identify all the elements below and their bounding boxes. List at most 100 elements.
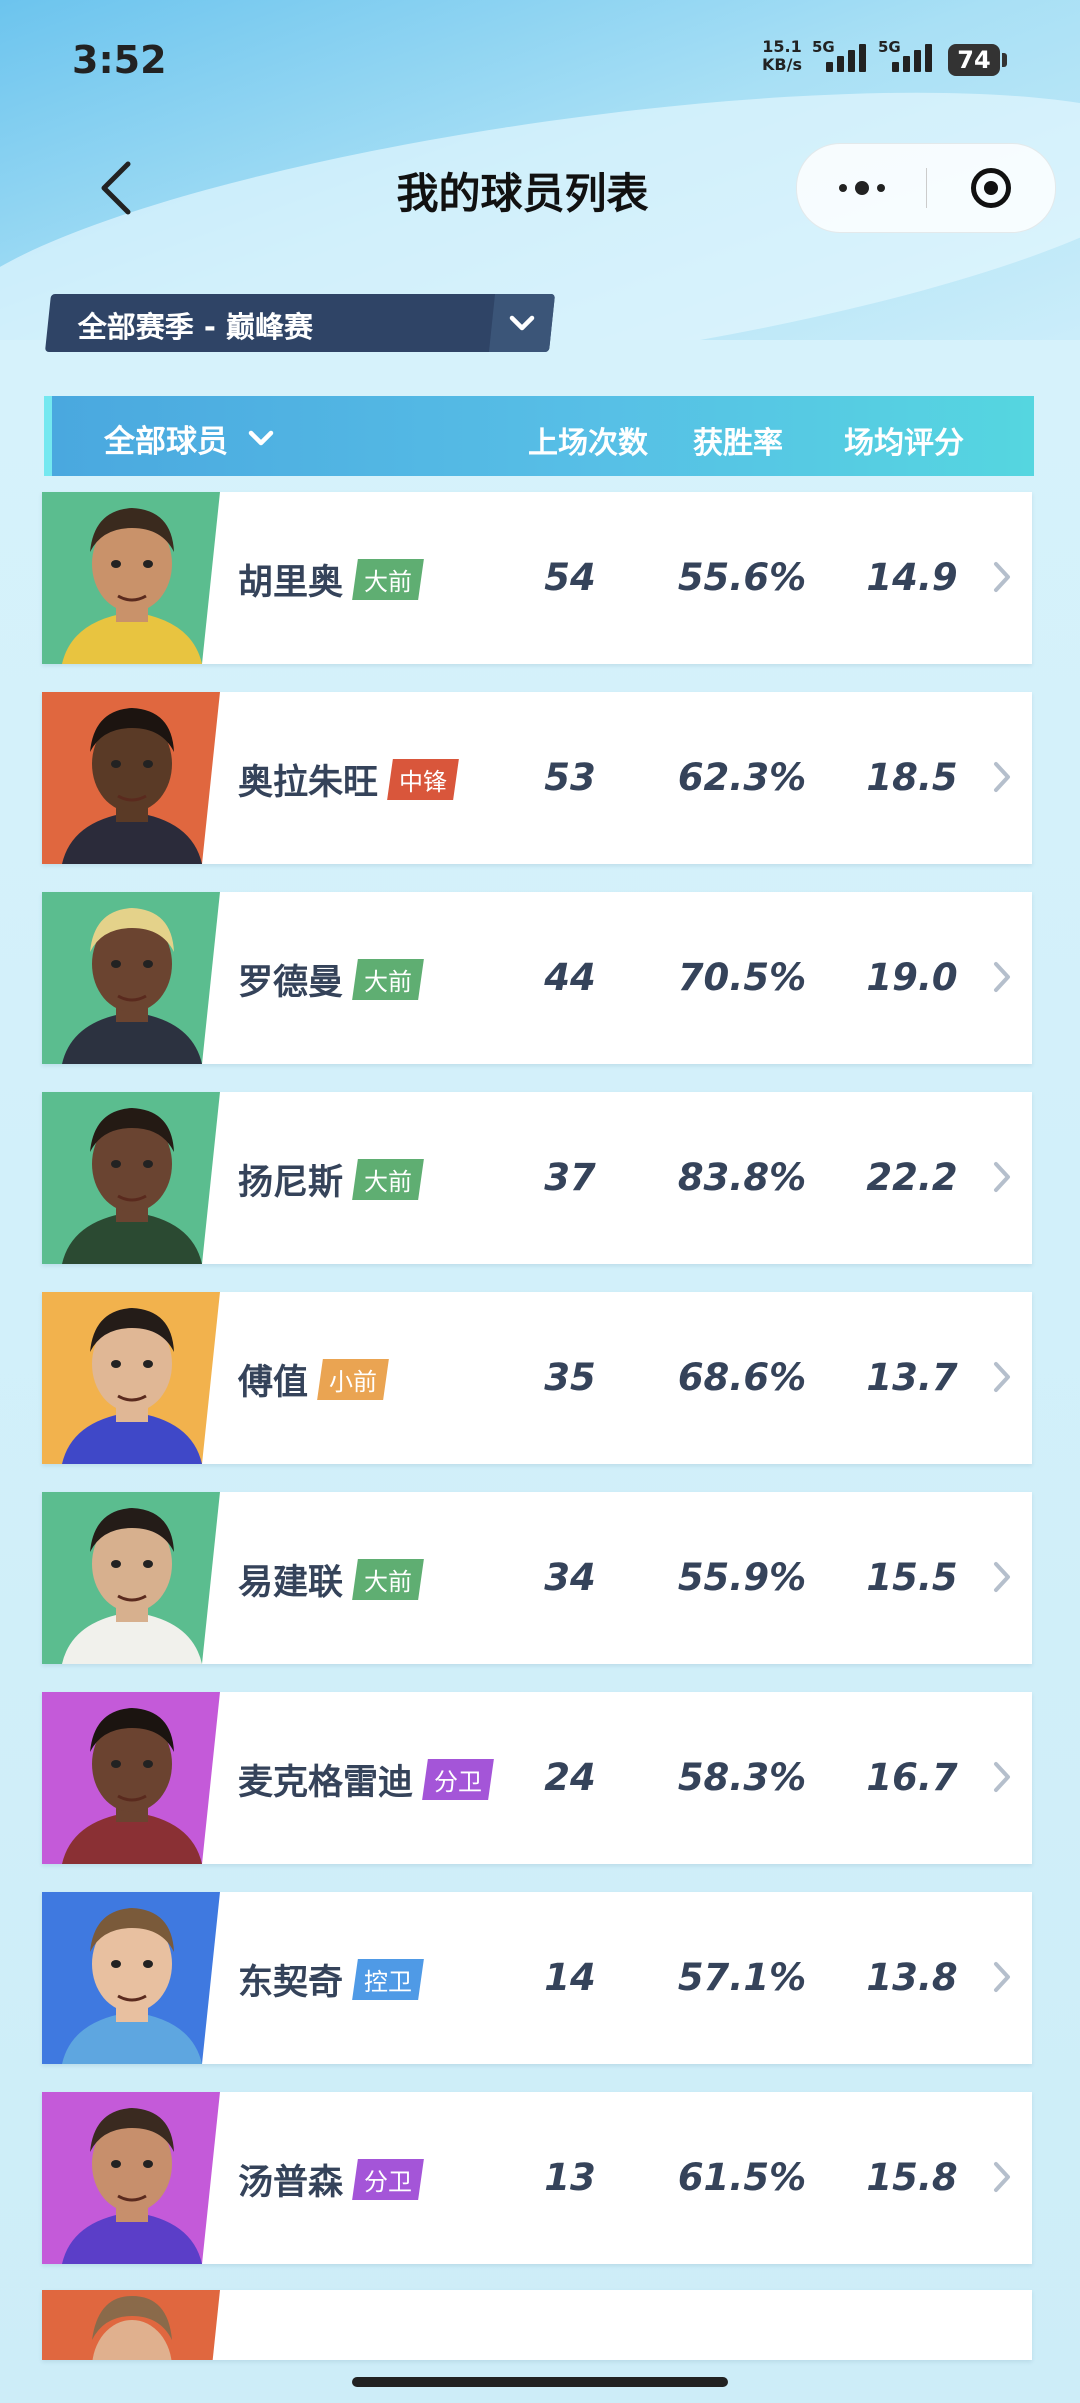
average-score: 16.7 bbox=[866, 1756, 958, 1799]
chevron-right-icon bbox=[994, 1562, 1010, 1592]
games-played: 37 bbox=[544, 1156, 596, 1199]
position-badge: 小前 bbox=[317, 1359, 389, 1400]
column-header-win-rate[interactable]: 获胜率 bbox=[678, 418, 798, 462]
position-badge: 分卫 bbox=[422, 1759, 494, 1800]
player-row[interactable]: 扬尼斯 大前 37 83.8% 22.2 bbox=[42, 1092, 1032, 1264]
player-row[interactable]: 易建联 大前 34 55.9% 15.5 bbox=[42, 1492, 1032, 1664]
player-portrait-icon bbox=[62, 1508, 202, 1664]
win-rate: 83.8% bbox=[677, 1156, 807, 1199]
player-avatar bbox=[42, 1692, 220, 1864]
home-indicator[interactable] bbox=[352, 2377, 728, 2387]
close-miniapp-button[interactable] bbox=[926, 144, 1055, 232]
target-icon bbox=[970, 168, 1011, 208]
player-name-group: 胡里奥 大前 bbox=[238, 554, 424, 605]
average-score: 19.0 bbox=[866, 956, 958, 999]
position-badge: 分卫 bbox=[352, 2159, 424, 2200]
chevron-right-icon bbox=[994, 1962, 1010, 1992]
games-played: 34 bbox=[544, 1556, 596, 1599]
network-speed: 15.1 KB/s bbox=[762, 38, 802, 74]
player-name: 罗德曼 bbox=[238, 963, 344, 1003]
games-played: 53 bbox=[544, 756, 596, 799]
player-portrait-icon bbox=[62, 1108, 202, 1264]
chevron-right-icon bbox=[994, 1162, 1010, 1192]
player-avatar bbox=[42, 1092, 220, 1264]
player-name: 汤普森 bbox=[238, 2163, 344, 2203]
network-speed-value: 15.1 bbox=[762, 37, 802, 56]
average-score: 15.5 bbox=[866, 1556, 958, 1599]
battery-icon: 74 bbox=[948, 44, 1000, 76]
player-row[interactable]: 汤普森 分卫 13 61.5% 15.8 bbox=[42, 2092, 1032, 2264]
player-portrait-icon bbox=[92, 2296, 172, 2360]
position-badge-label: 大前 bbox=[364, 568, 413, 596]
player-portrait-icon bbox=[62, 2108, 202, 2264]
position-badge-label: 大前 bbox=[364, 1168, 413, 1196]
player-portrait-icon bbox=[62, 1908, 202, 2064]
player-row[interactable]: 傅值 小前 35 68.6% 13.7 bbox=[42, 1292, 1032, 1464]
win-rate: 55.9% bbox=[677, 1556, 807, 1599]
season-dropdown[interactable]: 全部赛季 - 巅峰赛 bbox=[44, 294, 556, 352]
chevron-down-icon bbox=[509, 315, 535, 331]
player-name-group: 傅值 小前 bbox=[238, 1354, 389, 1405]
average-score: 15.8 bbox=[866, 2156, 958, 2199]
status-time: 3:52 bbox=[72, 38, 167, 82]
more-dot-icon bbox=[854, 181, 869, 195]
win-rate: 68.6% bbox=[677, 1356, 807, 1399]
position-badge-label: 大前 bbox=[364, 968, 413, 996]
position-badge-label: 分卫 bbox=[434, 1768, 483, 1796]
games-played: 44 bbox=[544, 956, 596, 999]
player-row[interactable]: 罗德曼 大前 44 70.5% 19.0 bbox=[42, 892, 1032, 1064]
player-row[interactable]: 东契奇 控卫 14 57.1% 13.8 bbox=[42, 1892, 1032, 2064]
player-name-group: 麦克格雷迪 分卫 bbox=[238, 1754, 494, 1805]
player-name: 易建联 bbox=[238, 1563, 344, 1603]
position-badge-label: 控卫 bbox=[364, 1968, 413, 1996]
player-avatar bbox=[42, 1292, 220, 1464]
more-button[interactable] bbox=[797, 144, 926, 232]
player-avatar bbox=[42, 892, 220, 1064]
average-score: 13.8 bbox=[866, 1956, 958, 1999]
average-score: 13.7 bbox=[866, 1356, 958, 1399]
player-portrait-icon bbox=[62, 908, 202, 1064]
column-header-avg-score[interactable]: 场均评分 bbox=[834, 418, 974, 462]
signal-icon-2 bbox=[892, 44, 932, 72]
battery-tip bbox=[1002, 53, 1007, 67]
player-row[interactable]: 胡里奥 大前 54 55.6% 14.9 bbox=[42, 492, 1032, 664]
average-score: 18.5 bbox=[866, 756, 958, 799]
average-score: 14.9 bbox=[866, 556, 958, 599]
win-rate: 70.5% bbox=[677, 956, 807, 999]
player-portrait-icon bbox=[62, 708, 202, 864]
chevron-right-icon bbox=[994, 2162, 1010, 2192]
chevron-right-icon bbox=[994, 1362, 1010, 1392]
player-avatar bbox=[42, 692, 220, 864]
player-filter-label: 全部球员 bbox=[104, 424, 228, 460]
player-avatar bbox=[42, 492, 220, 664]
games-played: 35 bbox=[544, 1356, 596, 1399]
column-header-games[interactable]: 上场次数 bbox=[518, 418, 658, 462]
position-badge: 大前 bbox=[352, 559, 424, 600]
more-dot-icon bbox=[838, 184, 847, 192]
player-portrait-icon bbox=[62, 1308, 202, 1464]
position-badge: 控卫 bbox=[352, 1959, 424, 2000]
games-played: 14 bbox=[544, 1956, 596, 1999]
player-avatar bbox=[42, 1892, 220, 2064]
chevron-down-icon bbox=[248, 430, 274, 445]
position-badge: 大前 bbox=[352, 1559, 424, 1600]
season-dropdown-value: 全部赛季 - 巅峰赛 bbox=[77, 310, 314, 344]
win-rate: 61.5% bbox=[677, 2156, 807, 2199]
player-portrait-icon bbox=[62, 508, 202, 664]
player-portrait-icon bbox=[62, 1708, 202, 1864]
player-row[interactable]: 奥拉朱旺 中锋 53 62.3% 18.5 bbox=[42, 692, 1032, 864]
games-played: 54 bbox=[544, 556, 596, 599]
player-name: 东契奇 bbox=[238, 1963, 344, 2003]
network-speed-unit: KB/s bbox=[762, 55, 802, 74]
win-rate: 62.3% bbox=[677, 756, 807, 799]
player-name: 麦克格雷迪 bbox=[238, 1763, 414, 1803]
player-name-group: 易建联 大前 bbox=[238, 1554, 424, 1605]
average-score: 22.2 bbox=[866, 1156, 958, 1199]
position-badge-label: 分卫 bbox=[364, 2168, 413, 2196]
player-filter-dropdown[interactable]: 全部球员 bbox=[104, 416, 276, 461]
position-badge-label: 小前 bbox=[329, 1368, 378, 1396]
player-row-partial[interactable] bbox=[42, 2290, 1032, 2360]
player-avatar bbox=[42, 2290, 220, 2360]
win-rate: 58.3% bbox=[677, 1756, 807, 1799]
player-row[interactable]: 麦克格雷迪 分卫 24 58.3% 16.7 bbox=[42, 1692, 1032, 1864]
